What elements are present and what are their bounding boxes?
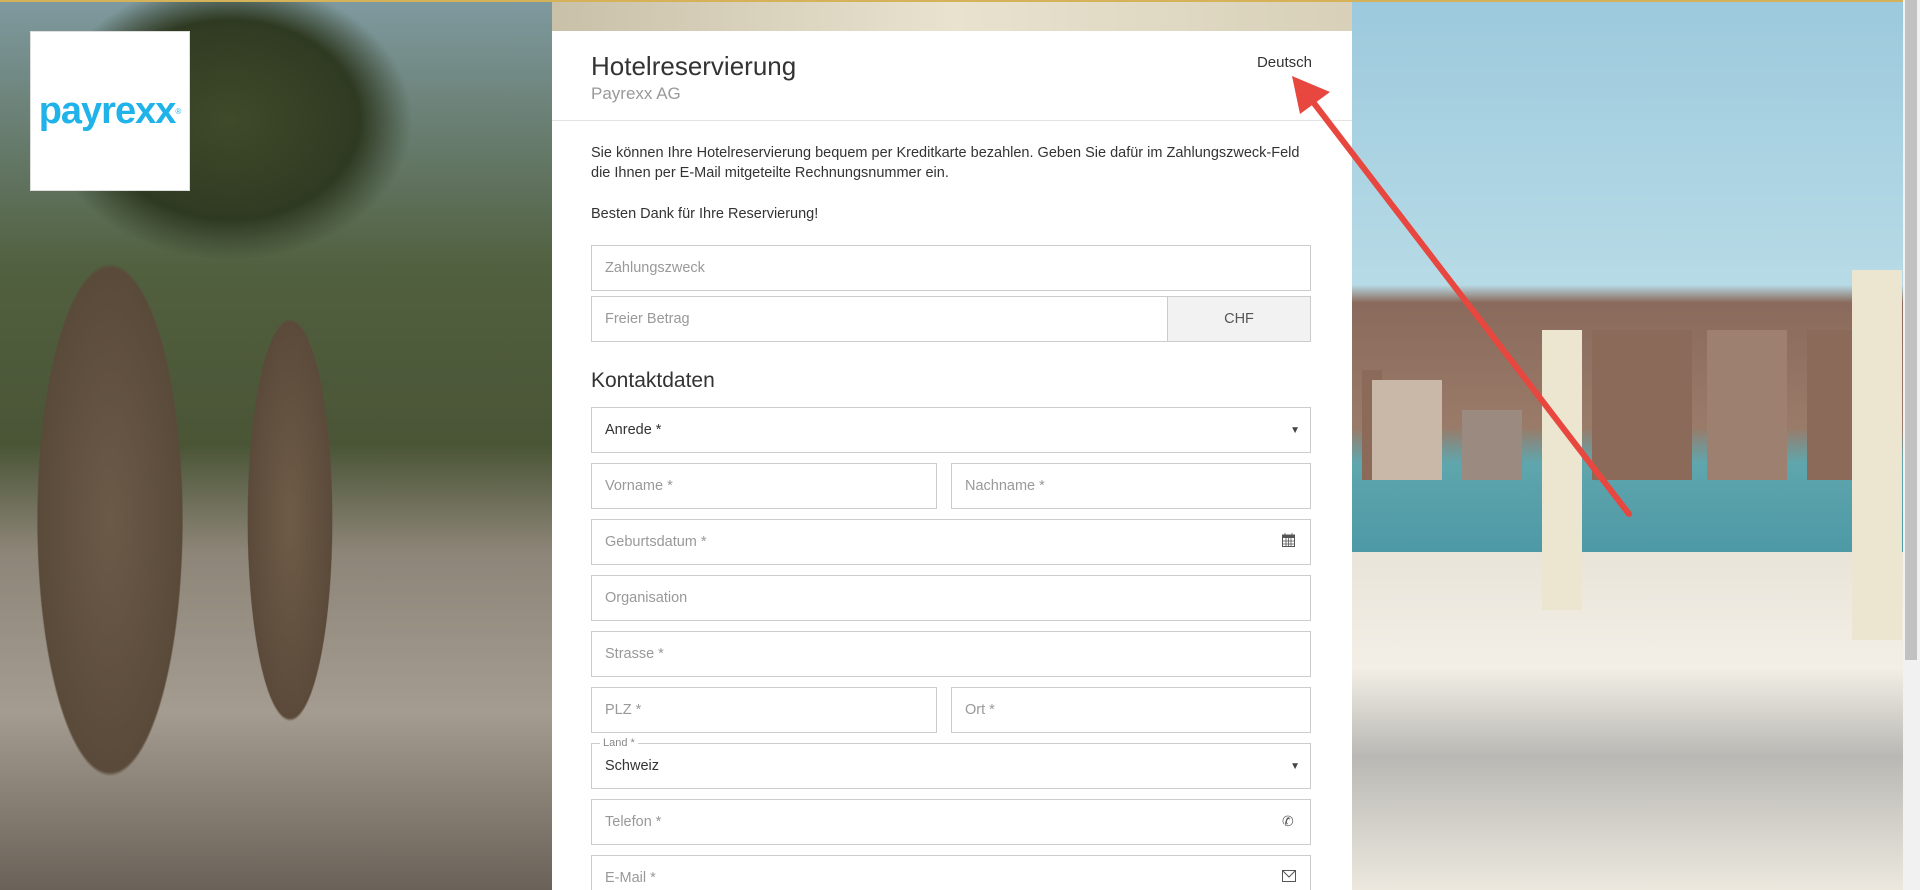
top-border [0,0,1920,2]
first-name-input[interactable]: Vorname * [591,463,937,509]
birthdate-input[interactable]: Geburtsdatum * [591,519,1311,565]
amount-placeholder: Freier Betrag [605,311,690,327]
chevron-down-icon: ▼ [1290,761,1300,772]
first-name-placeholder: Vorname * [605,478,673,494]
city-placeholder: Ort * [965,702,995,718]
organisation-placeholder: Organisation [605,590,688,606]
header-divider [552,120,1352,121]
zip-input[interactable]: PLZ * [591,687,937,733]
salutation-value: Anrede * [605,422,662,438]
contact-heading: Kontaktdaten [591,369,715,392]
chevron-down-icon: ▼ [1290,425,1300,436]
last-name-placeholder: Nachname * [965,478,1045,494]
calendar-icon[interactable] [1282,533,1296,549]
background-photo-promenade [1352,0,1903,890]
language-selector[interactable]: Deutsch [1257,54,1312,71]
thanks-text: Besten Dank für Ihre Reservierung! [591,206,819,222]
phone-placeholder: Telefon * [605,814,662,830]
logo-mark: ® [175,106,182,116]
background-photo-top [552,0,1352,31]
purpose-placeholder: Zahlungszweck [605,260,705,276]
country-value: Schweiz [605,758,659,774]
city-input[interactable]: Ort * [951,687,1311,733]
phone-icon: ✆ [1282,813,1294,829]
phone-input[interactable]: Telefon * ✆ [591,799,1311,845]
email-input[interactable]: E-Mail * [591,855,1311,890]
purpose-input[interactable]: Zahlungszweck [591,245,1311,291]
amount-input[interactable]: Freier Betrag [591,296,1168,342]
email-placeholder: E-Mail * [605,870,656,886]
envelope-icon [1282,869,1296,885]
organisation-input[interactable]: Organisation [591,575,1311,621]
currency-addon: CHF [1167,296,1311,342]
street-placeholder: Strasse * [605,646,664,662]
logo-text: payrexx [38,89,177,132]
birthdate-placeholder: Geburtsdatum * [605,534,707,550]
street-input[interactable]: Strasse * [591,631,1311,677]
zip-placeholder: PLZ * [605,702,642,718]
scrollbar-thumb[interactable] [1905,0,1917,660]
payrexx-logo[interactable]: payrexx ® [30,31,190,191]
salutation-select[interactable]: Anrede * ▼ [591,407,1311,453]
page-title: Hotelreservierung [591,51,797,81]
intro-text: Sie können Ihre Hotelreservierung bequem… [591,145,1300,181]
last-name-input[interactable]: Nachname * [951,463,1311,509]
country-label: Land * [600,737,638,749]
merchant-name: Payrexx AG [591,84,681,103]
country-select[interactable]: Schweiz ▼ [591,743,1311,789]
